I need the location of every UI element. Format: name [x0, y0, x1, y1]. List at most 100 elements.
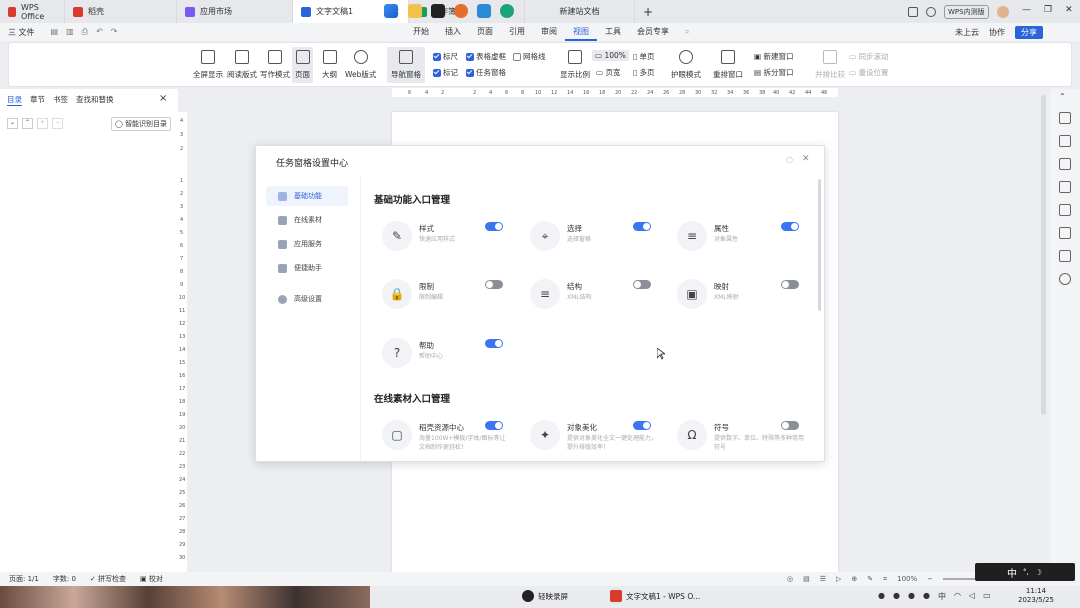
- toggle-properties[interactable]: [781, 222, 799, 231]
- sync-scroll-button[interactable]: ▭ 同步滚动: [849, 51, 888, 62]
- tray-icon-2[interactable]: ●: [893, 591, 900, 602]
- tab-reference[interactable]: 引用: [501, 23, 533, 41]
- rearrange-window-button[interactable]: 重排窗口: [713, 50, 743, 80]
- smart-toc-button[interactable]: ◯ 智能识别目录: [111, 117, 172, 131]
- tab-chapters[interactable]: 章节: [30, 94, 45, 106]
- battery-icon[interactable]: ▭: [983, 591, 991, 602]
- toggle-select[interactable]: [633, 222, 651, 231]
- cloud-status[interactable]: 未上云: [955, 27, 979, 38]
- web-view-button[interactable]: Web版式: [345, 50, 376, 80]
- tab-wps-office[interactable]: WPS Office: [0, 0, 65, 23]
- gridline-check[interactable]: 网格线: [513, 51, 546, 62]
- toggle-symbols[interactable]: [781, 421, 799, 430]
- tab-daoke[interactable]: 稻壳: [65, 0, 177, 23]
- nav-pane-button[interactable]: 导航窗格: [387, 47, 425, 83]
- fullscreen-button[interactable]: 全屏显示: [193, 50, 223, 80]
- nav-basic[interactable]: 基础功能: [266, 186, 348, 206]
- nav-online-material[interactable]: 在线素材: [266, 210, 348, 230]
- tab-toc[interactable]: 目录: [7, 94, 22, 106]
- close-icon[interactable]: ✕: [802, 154, 810, 164]
- eye-mode-button[interactable]: 护眼模式: [671, 50, 701, 80]
- edit-icon[interactable]: [1059, 112, 1071, 124]
- write-mode-button[interactable]: 写作模式: [260, 50, 290, 80]
- redo-icon[interactable]: ↷: [111, 27, 118, 37]
- xbox-icon[interactable]: [431, 4, 445, 18]
- tab-tools[interactable]: 工具: [597, 23, 629, 41]
- side-by-side-button[interactable]: 并排比较: [815, 50, 845, 80]
- toggle-structure[interactable]: [633, 280, 651, 289]
- save-icon[interactable]: ▤: [51, 27, 59, 37]
- book-icon[interactable]: [1059, 227, 1071, 239]
- collab-button[interactable]: 协作: [989, 27, 1005, 38]
- tab-view[interactable]: 视图: [565, 23, 597, 41]
- nav-app-service[interactable]: 应用服务: [266, 234, 348, 254]
- nav-advanced[interactable]: 高级设置: [266, 289, 348, 309]
- toggle-help[interactable]: [485, 339, 503, 348]
- split-window-button[interactable]: ▤ 拆分窗口: [754, 67, 793, 78]
- windows-start-icon[interactable]: [384, 4, 398, 18]
- spell-check[interactable]: ✓ 拼写检查: [90, 574, 126, 584]
- wifi-icon[interactable]: ◠: [954, 591, 961, 602]
- outline-view-icon[interactable]: ☰: [820, 575, 826, 583]
- tab-insert[interactable]: 插入: [437, 23, 469, 41]
- vertical-ruler[interactable]: 432 1234 5678 9 10 11 12 13 14 15 16 17 18 19 20 …: [178, 112, 187, 572]
- fit-icon[interactable]: ⌗: [883, 575, 887, 584]
- layout-icon[interactable]: [908, 7, 918, 17]
- write-icon[interactable]: ✎: [867, 575, 873, 583]
- tab-find-replace[interactable]: 查找和替换: [76, 94, 114, 106]
- chevron-up-icon[interactable]: ⌃: [22, 118, 33, 129]
- word-count[interactable]: 字数: 0: [53, 574, 76, 584]
- outline-button[interactable]: 大纲: [322, 50, 337, 80]
- mail-icon[interactable]: [477, 4, 491, 18]
- tab-start[interactable]: 开始: [405, 23, 437, 41]
- toggle-mapping[interactable]: [781, 280, 799, 289]
- read-mode-button[interactable]: 阅读版式: [227, 50, 257, 80]
- proofread[interactable]: ▣ 校对: [140, 574, 163, 584]
- zoom-button[interactable]: 显示比例: [560, 50, 590, 80]
- share-icon[interactable]: [1059, 181, 1071, 193]
- new-tab-button[interactable]: +: [635, 0, 661, 23]
- volume-icon[interactable]: ◁: [969, 591, 975, 602]
- file-menu[interactable]: 三 文件: [0, 27, 43, 38]
- export-icon[interactable]: ▥: [66, 27, 74, 37]
- avatar[interactable]: [996, 6, 1009, 18]
- skin-icon[interactable]: [926, 7, 936, 17]
- toggle-style[interactable]: [485, 222, 503, 231]
- restore-icon[interactable]: ❐: [1044, 5, 1052, 15]
- tab-new-doc[interactable]: 新建站文档: [525, 0, 635, 23]
- table-border-check[interactable]: 表格虚框: [466, 51, 506, 62]
- tray-icon-4[interactable]: ●: [923, 591, 930, 602]
- tab-member[interactable]: 会员专享: [629, 23, 677, 41]
- taskbar-app-recorder[interactable]: 轻映录屏: [522, 590, 568, 602]
- close-window-icon[interactable]: ✕: [1065, 5, 1073, 15]
- dialog-scrollbar[interactable]: [818, 179, 821, 311]
- status-icon-1[interactable]: ◎: [787, 575, 793, 583]
- new-window-button[interactable]: ▣ 新建窗口: [754, 51, 793, 62]
- toggle-object-beautify[interactable]: [633, 421, 651, 430]
- tray-icon-3[interactable]: ●: [908, 591, 915, 602]
- chat-icon[interactable]: ◌: [786, 155, 793, 164]
- task-pane-check[interactable]: 任务窗格: [466, 67, 506, 78]
- marks-check[interactable]: 标记: [433, 67, 458, 78]
- page-width-button[interactable]: ▭ 页宽: [596, 67, 620, 78]
- layers-icon[interactable]: [1059, 250, 1071, 262]
- file-explorer-icon[interactable]: [408, 4, 422, 18]
- ime-toolbar[interactable]: 中 °, ☽: [975, 563, 1075, 581]
- reset-position-button[interactable]: ▭ 重设位置: [849, 67, 888, 78]
- multi-page-button[interactable]: ▯ 多页: [633, 67, 655, 78]
- single-page-button[interactable]: ▯ 单页: [633, 51, 655, 62]
- tab-page[interactable]: 页面: [469, 23, 501, 41]
- tab-bookmarks[interactable]: 书签: [53, 94, 68, 106]
- beta-badge[interactable]: WPS内测版: [944, 5, 989, 19]
- help-icon[interactable]: [1059, 273, 1071, 285]
- page-view-button[interactable]: 页面: [292, 47, 313, 83]
- zoom-level[interactable]: 100%: [897, 575, 917, 583]
- web-view-icon[interactable]: ⊕: [851, 575, 857, 583]
- search-icon[interactable]: ⌕: [677, 23, 697, 41]
- vertical-scrollbar[interactable]: [1041, 95, 1046, 415]
- ruler-check[interactable]: 标尺: [433, 51, 458, 62]
- settings-icon[interactable]: [1059, 158, 1071, 170]
- tab-review[interactable]: 审阅: [533, 23, 565, 41]
- tools-icon[interactable]: [1059, 204, 1071, 216]
- tab-app-market[interactable]: 应用市场: [177, 0, 293, 23]
